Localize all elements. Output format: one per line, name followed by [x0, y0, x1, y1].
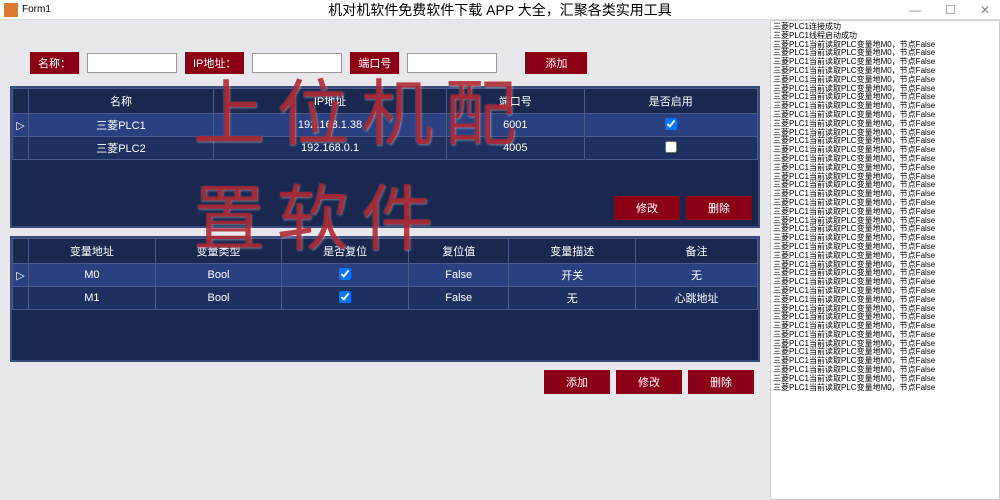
cell-type: Bool — [155, 287, 282, 310]
cell-note: 无 — [636, 264, 758, 287]
col-port: 端口号 — [447, 89, 584, 114]
cell-addr: M1 — [29, 287, 156, 310]
table-row[interactable]: M1 Bool False 无 心跳地址 — [13, 287, 758, 310]
add-button[interactable]: 添加 — [544, 370, 610, 394]
cell-resetval: False — [409, 287, 509, 310]
plc-button-row: 修改 删除 — [18, 196, 752, 220]
col-resetval: 复位值 — [409, 239, 509, 264]
table-row[interactable]: 三菱PLC2 192.168.0.1 4005 — [13, 137, 758, 160]
var-button-row: 添加 修改 删除 — [16, 370, 754, 394]
plc-table: 名称 IP地址 端口号 是否启用 ▷ 三菱PLC1 192.168.1.38 6… — [12, 88, 758, 160]
cell-note: 心跳地址 — [636, 287, 758, 310]
var-table-header: 变量地址 变量类型 是否复位 复位值 变量描述 备注 — [13, 239, 758, 264]
modify-button[interactable]: 修改 — [616, 370, 682, 394]
col-ip: IP地址 — [213, 89, 446, 114]
cell-desc: 开关 — [509, 264, 636, 287]
reset-checkbox[interactable] — [339, 291, 351, 303]
col-reset: 是否复位 — [282, 239, 409, 264]
col-enabled: 是否启用 — [584, 89, 757, 114]
input-row: 名称： IP地址： 端口号 添加 — [30, 50, 760, 76]
port-label: 端口号 — [350, 52, 399, 74]
app-icon — [4, 3, 18, 17]
delete-button[interactable]: 删除 — [686, 196, 752, 220]
plc-table-panel: 名称 IP地址 端口号 是否启用 ▷ 三菱PLC1 192.168.1.38 6… — [10, 86, 760, 228]
add-button-top[interactable]: 添加 — [525, 52, 587, 74]
plc-table-header: 名称 IP地址 端口号 是否启用 — [13, 89, 758, 114]
cell-addr: M0 — [29, 264, 156, 287]
col-type: 变量类型 — [155, 239, 282, 264]
name-input[interactable] — [87, 53, 177, 73]
page-title: 机对机软件免费软件下载 APP 大全，汇聚各类实用工具 — [328, 0, 672, 20]
table-row[interactable]: ▷ 三菱PLC1 192.168.1.38 6001 — [13, 114, 758, 137]
window-title: Form1 — [22, 4, 51, 15]
cell-ip: 192.168.0.1 — [213, 137, 446, 160]
maximize-button[interactable]: ☐ — [939, 3, 962, 17]
cell-port: 6001 — [447, 114, 584, 137]
minimize-button[interactable]: — — [903, 3, 927, 17]
col-desc: 变量描述 — [509, 239, 636, 264]
cell-port: 4005 — [447, 137, 584, 160]
delete-button[interactable]: 删除 — [688, 370, 754, 394]
modify-button[interactable]: 修改 — [614, 196, 680, 220]
cell-name: 三菱PLC1 — [29, 114, 214, 137]
close-button[interactable]: ✕ — [974, 3, 996, 17]
enabled-checkbox[interactable] — [665, 118, 677, 130]
cell-name: 三菱PLC2 — [29, 137, 214, 160]
col-addr: 变量地址 — [29, 239, 156, 264]
log-panel[interactable]: 三菱PLC1连接成功三菱PLC1线程启动成功三菱PLC1当前读取PLC变量地M0… — [770, 20, 1000, 500]
ip-label: IP地址： — [185, 52, 244, 74]
name-label: 名称： — [30, 52, 79, 74]
var-table-panel: 变量地址 变量类型 是否复位 复位值 变量描述 备注 ▷ M0 Bool Fal… — [10, 236, 760, 362]
cell-desc: 无 — [509, 287, 636, 310]
enabled-checkbox[interactable] — [665, 141, 677, 153]
col-name: 名称 — [29, 89, 214, 114]
port-input[interactable] — [407, 53, 497, 73]
cell-ip: 192.168.1.38 — [213, 114, 446, 137]
main-panel: 上位机配置软件 名称： IP地址： 端口号 添加 名称 IP地址 端口号 是否启… — [0, 20, 770, 500]
cell-resetval: False — [409, 264, 509, 287]
cell-type: Bool — [155, 264, 282, 287]
var-table: 变量地址 变量类型 是否复位 复位值 变量描述 备注 ▷ M0 Bool Fal… — [12, 238, 758, 310]
col-note: 备注 — [636, 239, 758, 264]
reset-checkbox[interactable] — [339, 268, 351, 280]
table-row[interactable]: ▷ M0 Bool False 开关 无 — [13, 264, 758, 287]
ip-input[interactable] — [252, 53, 342, 73]
window-controls: — ☐ ✕ — [903, 3, 996, 17]
